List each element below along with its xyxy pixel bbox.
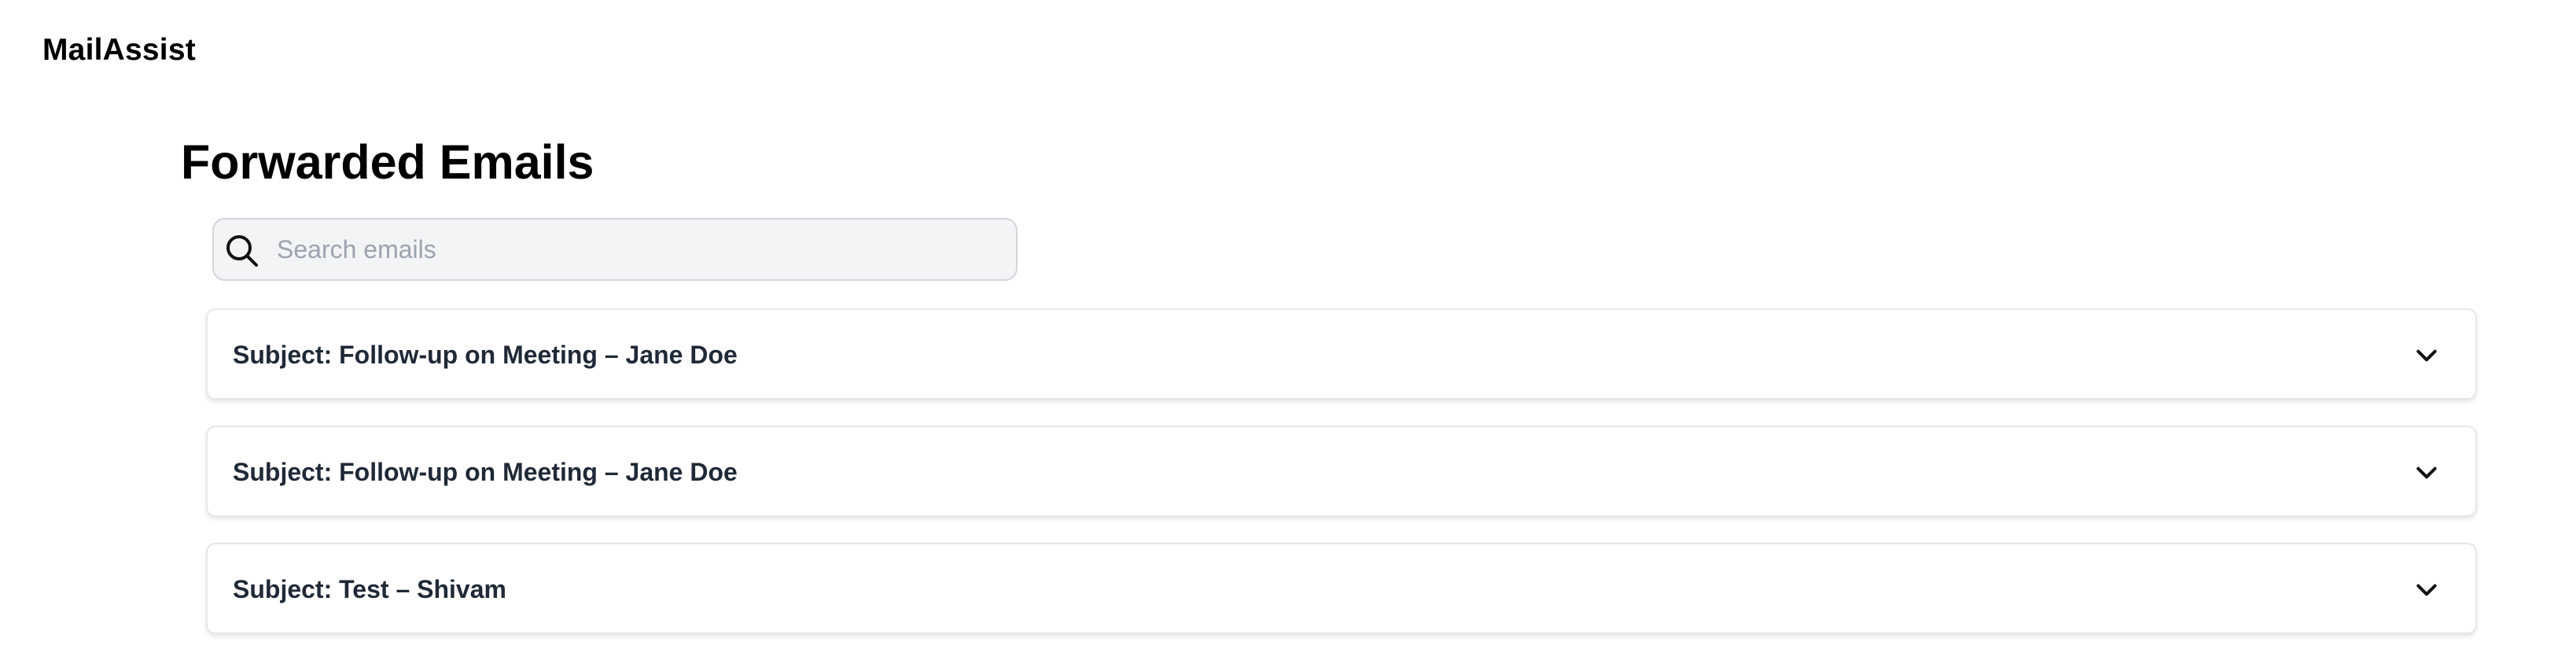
email-item[interactable]: Subject: Follow-up on Meeting – Jane Doe <box>206 308 2477 400</box>
email-subject: Subject: Test – Shivam <box>233 575 506 603</box>
page-title: Forwarded Emails <box>181 135 594 189</box>
email-subject: Subject: Follow-up on Meeting – Jane Doe <box>233 341 738 369</box>
search-bar[interactable] <box>212 218 1018 281</box>
chevron-down-icon[interactable] <box>2414 577 2439 603</box>
search-icon <box>223 232 261 270</box>
search-input[interactable] <box>277 219 1000 279</box>
chevron-down-icon[interactable] <box>2414 460 2439 485</box>
email-item[interactable]: Subject: Test – Shivam <box>206 543 2477 634</box>
email-list: Subject: Follow-up on Meeting – Jane Doe… <box>206 308 2477 660</box>
email-item[interactable]: Subject: Follow-up on Meeting – Jane Doe <box>206 426 2477 517</box>
chevron-down-icon[interactable] <box>2414 343 2439 368</box>
email-subject: Subject: Follow-up on Meeting – Jane Doe <box>233 458 738 486</box>
app-brand: MailAssist <box>42 33 196 67</box>
